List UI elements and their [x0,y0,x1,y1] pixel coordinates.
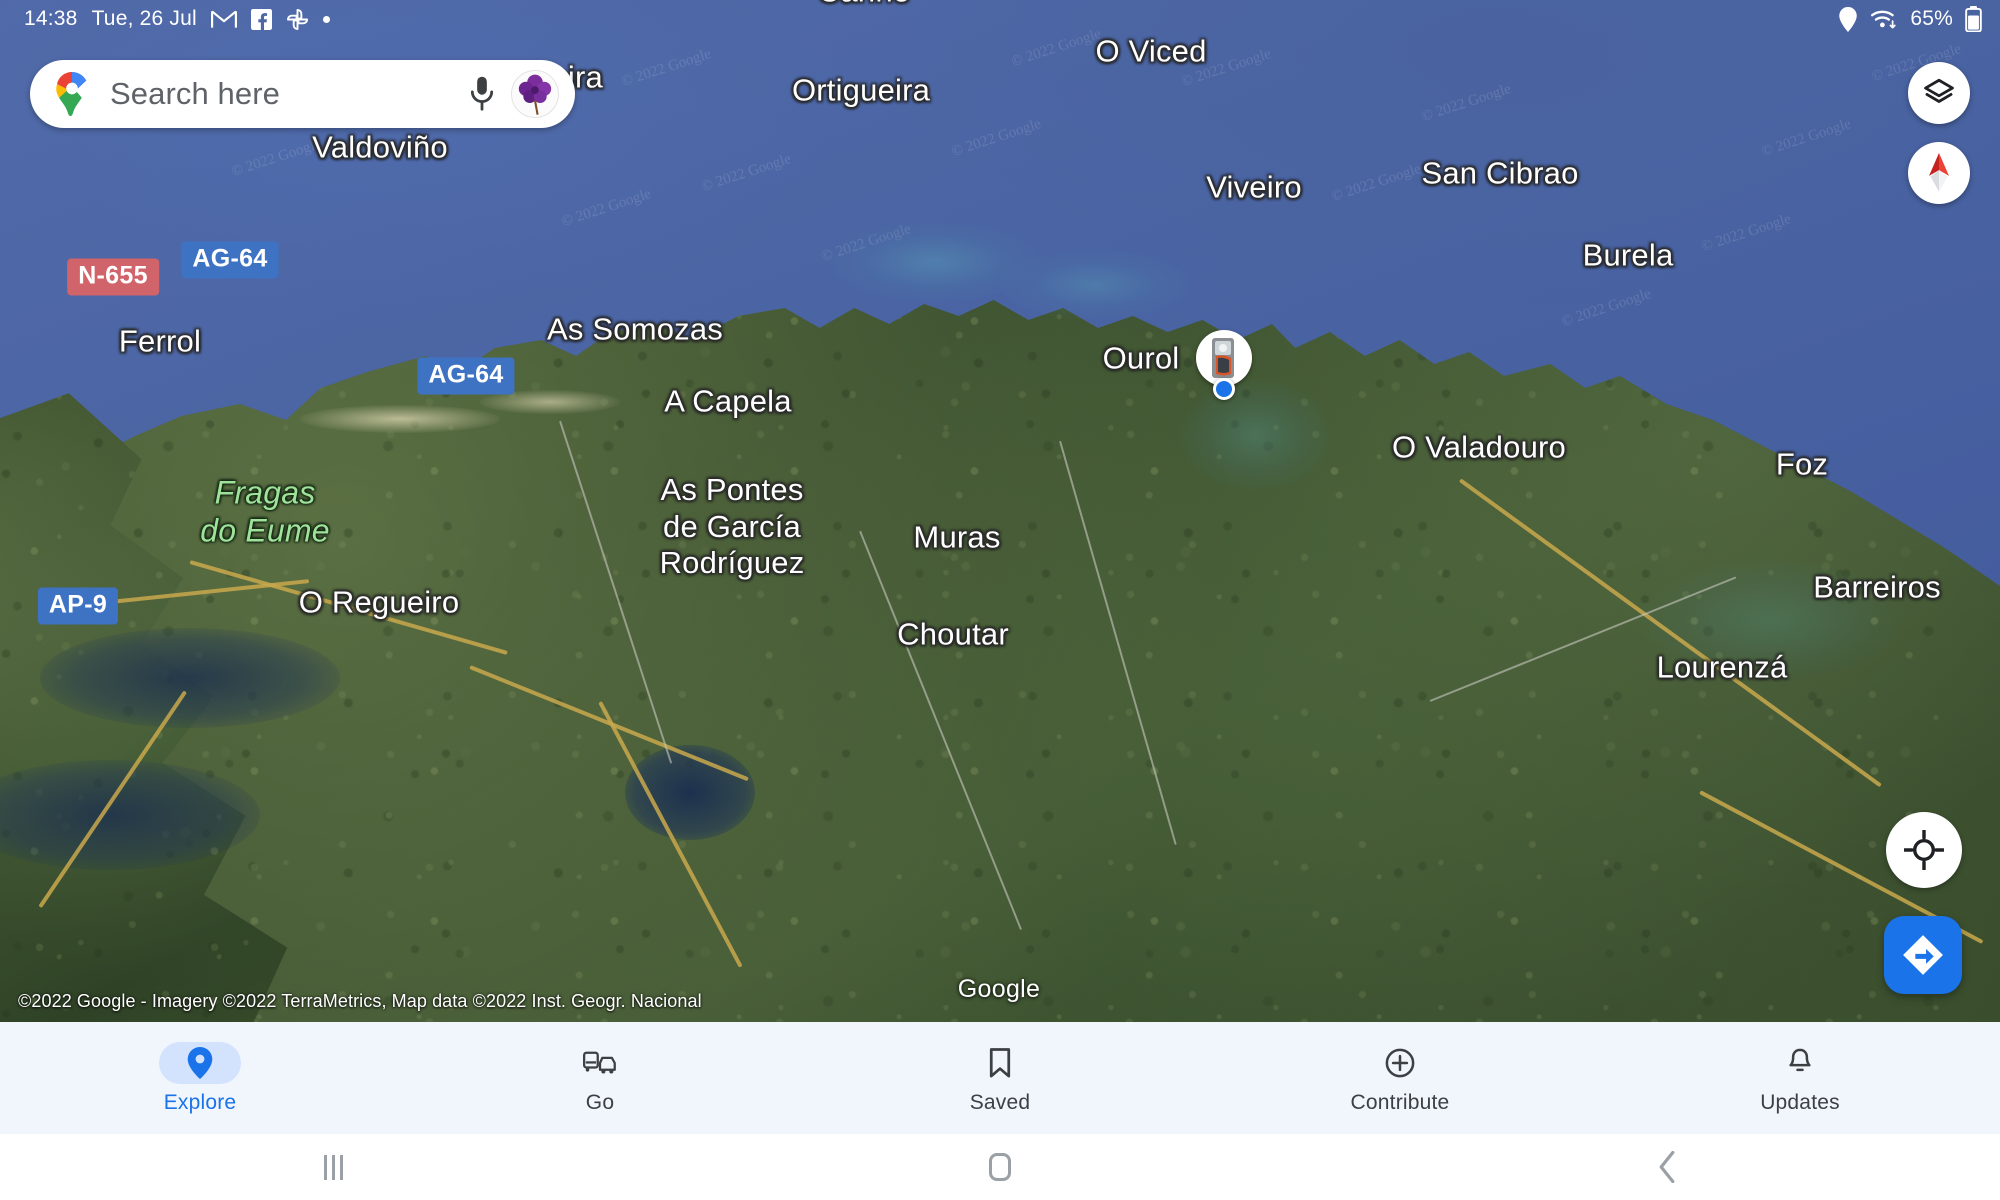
current-location-dot [1213,378,1235,400]
back-chevron-icon [1659,1151,1675,1183]
nav-item-updates[interactable]: Updates [1600,1042,2000,1115]
nav-icon-updates-wrap [1759,1042,1841,1084]
nav-item-explore[interactable]: Explore [0,1041,400,1115]
home-button[interactable] [667,1153,1334,1181]
nav-item-saved[interactable]: Saved [800,1042,1200,1115]
directions-button[interactable] [1884,916,1962,994]
road-shield[interactable]: AG-64 [417,357,515,395]
recents-icon [323,1154,343,1180]
recents-button[interactable] [0,1154,667,1180]
compass-button[interactable] [1908,142,1970,204]
google-maps-pin-icon [56,72,87,116]
directions-arrow-icon [1903,935,1943,975]
map-layers-button[interactable] [1908,62,1970,124]
account-avatar[interactable] [511,70,559,118]
bottom-navigation-bar: Explore Go Saved Contribute Updates [0,1022,2000,1134]
nav-label-saved: Saved [969,1090,1031,1114]
nav-item-contribute[interactable]: Contribute [1200,1042,1600,1115]
road-shield[interactable]: N-655 [67,258,159,296]
voice-search-button[interactable] [469,76,495,112]
map-pin-icon [187,1046,213,1079]
home-icon [989,1153,1011,1181]
layers-icon [1924,78,1954,103]
search-bar[interactable]: Search here [30,60,575,128]
map-canvas[interactable]: © 2022 Google© 2022 Google© 2022 Google©… [0,0,2000,1022]
plus-circle-icon [1385,1048,1415,1077]
road-shield[interactable]: AG-64 [181,241,279,279]
nav-label-updates: Updates [1760,1090,1840,1114]
road-shield[interactable]: AP-9 [37,587,119,625]
my-location-crosshair-icon [1904,830,1944,870]
nav-label-explore: Explore [163,1090,237,1114]
nav-label-go: Go [585,1090,615,1114]
search-input[interactable]: Search here [110,76,469,112]
nav-icon-saved-wrap [959,1042,1041,1084]
google-maps-app-screen: © 2022 Google© 2022 Google© 2022 Google©… [0,0,2000,1200]
nav-icon-go-wrap [559,1042,641,1084]
microphone-icon [470,76,494,111]
my-location-button[interactable] [1886,812,1962,888]
nav-label-contribute: Contribute [1350,1090,1450,1114]
bell-icon [1789,1048,1811,1071]
android-system-navigation [0,1134,2000,1200]
commute-icon [583,1051,616,1074]
marker-thumbnail-icon [1212,338,1234,378]
back-button[interactable] [1333,1151,2000,1183]
bookmark-icon [989,1047,1011,1077]
compass-icon [1929,153,1949,192]
flower-avatar-icon [518,74,552,115]
nav-icon-contribute-wrap [1359,1042,1441,1084]
nav-icon-explore-wrap [159,1041,241,1084]
nav-item-go[interactable]: Go [400,1042,800,1115]
